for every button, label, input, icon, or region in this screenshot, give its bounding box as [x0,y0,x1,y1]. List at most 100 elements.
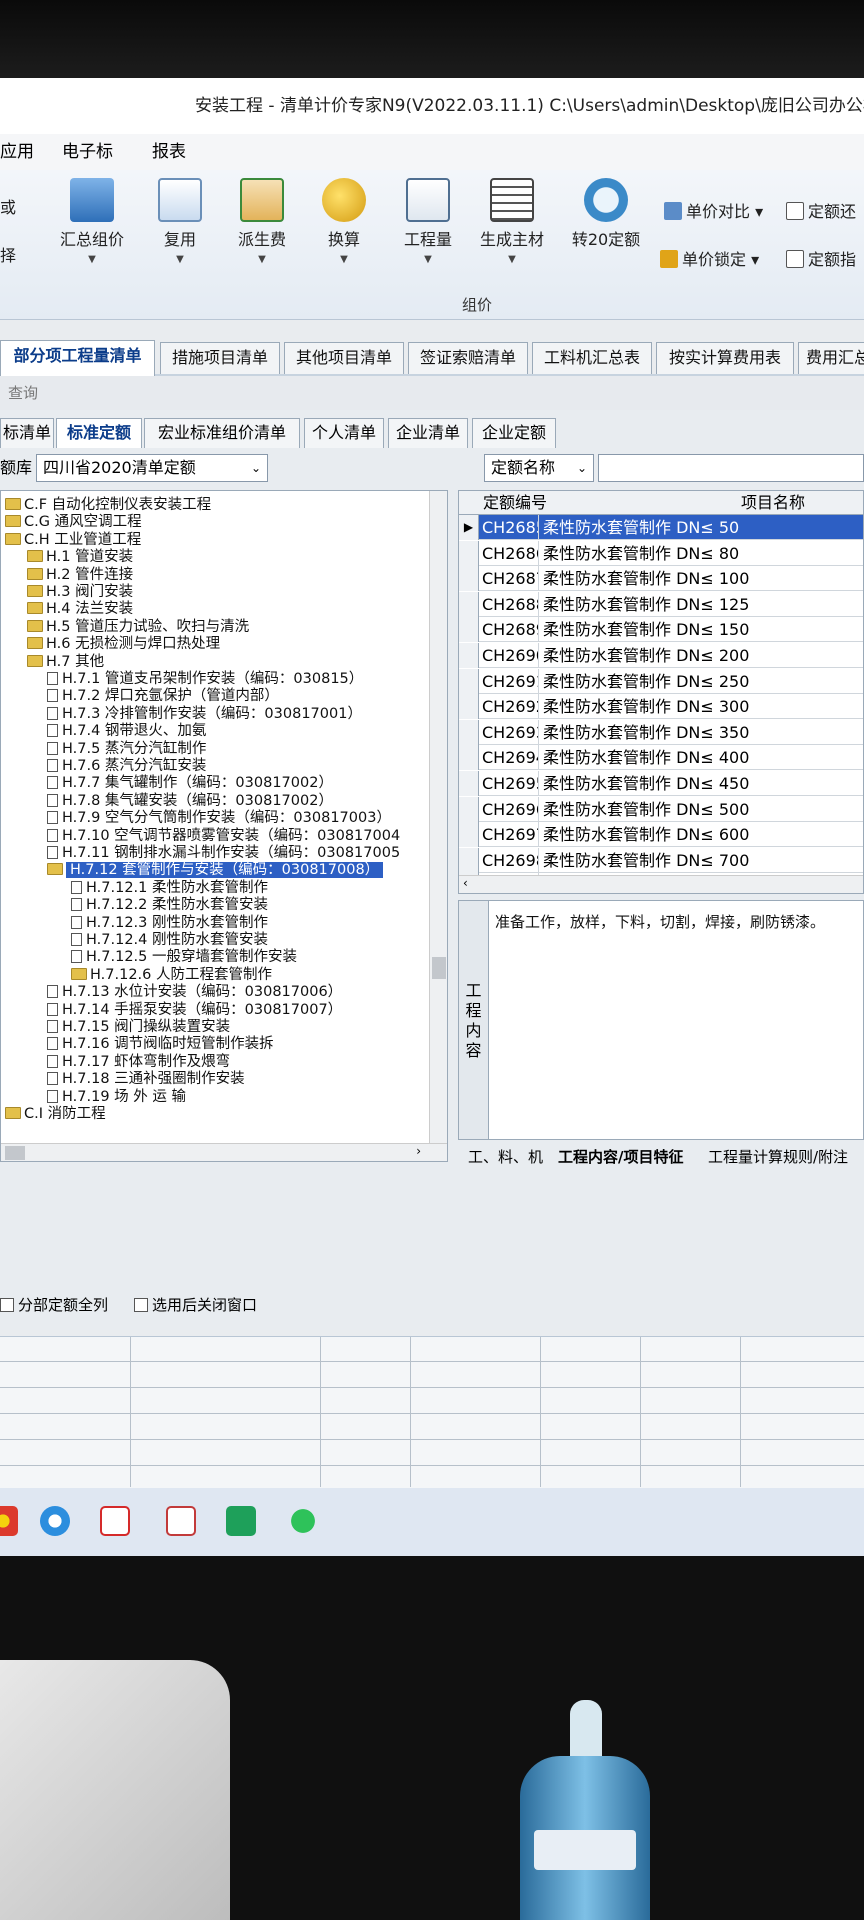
tree-node[interactable]: C.F 自动化控制仪表安装工程 [5,497,211,514]
ribbon-partial-1[interactable]: 或 [0,194,16,218]
tree-node[interactable]: H.7.7 集气罐制作（编码：030817002） [47,775,333,792]
quota-restore-button[interactable]: 定额还 [786,198,856,222]
reuse-button[interactable]: 复用 ▼ [140,178,220,265]
table-row[interactable]: CH2693柔性防水套管制作 DN≤ 350 [459,719,863,746]
menu-item-apply[interactable]: 应用 [0,134,34,170]
unit-price-compare-button[interactable]: 单价对比 ▾ [664,198,763,222]
tree-node[interactable]: C.H 工业管道工程 [5,532,141,549]
quota-name-cell[interactable]: 柔性防水套管制作 DN≤ 50 [539,515,863,540]
quota-code-cell[interactable]: CH2686 [479,540,539,566]
menu-item-report[interactable]: 报表 [152,134,186,170]
tree-node[interactable]: C.G 通风空调工程 [5,514,142,531]
tab-fee-summary[interactable]: 费用汇总 [798,342,864,374]
tree-node[interactable]: H.7.13 水位计安装（编码：030817006） [47,984,342,1001]
tree-vertical-scrollbar[interactable] [429,491,447,1161]
table-row[interactable]: CH2696柔性防水套管制作 DN≤ 500 [459,796,863,823]
filter-field-select[interactable]: 定额名称 ⌄ [484,454,594,482]
quota-name-cell[interactable]: 柔性防水套管制作 DN≤ 500 [539,797,863,822]
quota-code-cell[interactable]: CH2697 [479,822,539,848]
grid-horizontal-scrollbar[interactable]: ‹ [459,875,863,893]
quota-code-cell[interactable]: CH2685 [479,515,539,540]
table-row[interactable]: CH2688柔性防水套管制作 DN≤ 125 [459,591,863,618]
quota-code-cell[interactable]: CH2694 [479,745,539,771]
table-row[interactable]: CH2686柔性防水套管制作 DN≤ 80 [459,540,863,567]
search-label[interactable]: 查询 [8,384,38,402]
tree-node[interactable]: H.6 无损检测与焊口热处理 [27,636,220,653]
quantity-button[interactable]: 工程量 ▼ [388,178,468,265]
grid-header-code[interactable]: 定额编号 [483,491,547,515]
tab-personal-list[interactable]: 个人清单 [304,418,384,448]
quota-specify-button[interactable]: 定额指 [786,246,856,270]
chevron-right-icon[interactable]: › [416,1144,421,1158]
check-all-quota[interactable]: 分部定额全列 [0,1294,108,1315]
tree-node[interactable]: H.7.4 钢带退火、加氨 [47,723,206,740]
convert-20-quota-button[interactable]: 转20定额 [564,178,648,250]
tree-node[interactable]: H.7.16 调节阀临时短管制作装拆 [47,1036,274,1053]
tab-labor-material-machine[interactable]: 工、料、机 [468,1146,543,1168]
tree-node[interactable]: H.7.15 阀门操纵装置安装 [47,1019,230,1036]
table-row[interactable]: CH2691柔性防水套管制作 DN≤ 250 [459,668,863,695]
tab-measures[interactable]: 措施项目清单 [160,342,280,374]
menu-item-e-bid[interactable]: 电子标 [62,134,113,170]
tree-node[interactable]: H.7.12.3 刚性防水套管制作 [71,915,268,932]
tab-labor-material[interactable]: 工料机汇总表 [532,342,652,374]
table-row[interactable]: CH2694柔性防水套管制作 DN≤ 400 [459,745,863,771]
wps-icon[interactable] [100,1506,130,1536]
ie-icon[interactable] [40,1506,70,1536]
tab-hongye-list[interactable]: 宏业标准组价清单 [144,418,300,448]
tab-standard-quota[interactable]: 标准定额 [56,418,142,448]
tab-enterprise-list[interactable]: 企业清单 [388,418,468,448]
tree-node[interactable]: H.3 阀门安装 [27,584,133,601]
tree-node[interactable]: H.7.10 空气调节器喷雾管安装（编码：030817004 [47,828,400,845]
tree-node[interactable]: H.2 管件连接 [27,567,133,584]
wechat-icon[interactable] [288,1506,318,1536]
derived-fee-button[interactable]: 派生费 ▼ [222,178,302,265]
unit-price-lock-button[interactable]: 单价锁定 ▾ [660,246,759,270]
app-icon[interactable] [166,1506,196,1536]
tab-actual-cost[interactable]: 按实计算费用表 [656,342,794,374]
convert-button[interactable]: 换算 ▼ [304,178,384,265]
quota-code-cell[interactable]: CH2690 [479,643,539,668]
tab-other-items[interactable]: 其他项目清单 [284,342,404,374]
tree-node[interactable]: H.7.5 蒸汽分汽缸制作 [47,741,206,758]
tree-node[interactable]: H.7.2 焊口充氩保护（管道内部） [47,688,279,705]
ribbon-partial-2[interactable]: 择 [0,242,16,266]
quota-name-cell[interactable]: 柔性防水套管制作 DN≤ 125 [539,592,863,617]
table-row[interactable]: CH2690柔性防水套管制作 DN≤ 200 [459,643,863,669]
tree-node[interactable]: H.7.6 蒸汽分汽缸安装 [47,758,206,775]
pdf-icon[interactable] [226,1506,256,1536]
table-row[interactable]: CH2697柔性防水套管制作 DN≤ 600 [459,822,863,848]
generate-material-button[interactable]: 生成主材 ▼ [472,178,552,265]
quota-code-cell[interactable]: CH2689 [479,617,539,643]
quota-name-cell[interactable]: 柔性防水套管制作 DN≤ 250 [539,669,863,694]
quota-code-cell[interactable]: CH2693 [479,719,539,745]
tree-node[interactable]: H.5 管道压力试验、吹扫与清洗 [27,619,249,636]
quota-code-cell[interactable]: CH2692 [479,694,539,720]
tree-node[interactable]: H.7.1 管道支吊架制作安装（编码：030815） [47,671,363,688]
quota-name-cell[interactable]: 柔性防水套管制作 DN≤ 100 [539,566,863,592]
table-row[interactable]: CH2687柔性防水套管制作 DN≤ 100 [459,566,863,592]
tab-work-content[interactable]: 工程内容/项目特征 [558,1146,683,1168]
chevron-left-icon[interactable]: ‹ [463,876,468,890]
tree-node[interactable]: H.7.12.1 柔性防水套管制作 [71,880,268,897]
quota-name-cell[interactable]: 柔性防水套管制作 DN≤ 450 [539,771,863,796]
tree-node[interactable]: H.7.17 虾体弯制作及煨弯 [47,1054,230,1071]
filter-input[interactable] [598,454,864,482]
table-row[interactable]: ▶CH2685柔性防水套管制作 DN≤ 50 [459,515,863,541]
summary-price-button[interactable]: 汇总组价 ▼ [52,178,132,265]
tree-node[interactable]: H.1 管道安装 [27,549,133,566]
quota-code-cell[interactable]: CH2687 [479,566,539,592]
quota-name-cell[interactable]: 柔性防水套管制作 DN≤ 400 [539,745,863,771]
tree-node[interactable]: H.7.12 套管制作与安装（编码：030817008） [47,862,384,879]
tree-horizontal-scrollbar[interactable]: › [1,1143,447,1161]
table-row[interactable]: CH2698柔性防水套管制作 DN≤ 700 [459,847,863,874]
tab-bid-list[interactable]: 标清单 [0,418,54,448]
quota-code-cell[interactable]: CH2696 [479,796,539,822]
tab-calc-rules[interactable]: 工程量计算规则/附注 [708,1146,848,1168]
quota-name-cell[interactable]: 柔性防水套管制作 DN≤ 200 [539,643,863,668]
quota-name-cell[interactable]: 柔性防水套管制作 DN≤ 80 [539,541,863,566]
library-select[interactable]: 四川省2020清单定额 ⌄ [36,454,268,482]
tree-node[interactable]: H.4 法兰安装 [27,601,133,618]
quota-name-cell[interactable]: 柔性防水套管制作 DN≤ 150 [539,617,863,643]
tree-node[interactable]: H.7.19 场 外 运 输 [47,1089,186,1106]
